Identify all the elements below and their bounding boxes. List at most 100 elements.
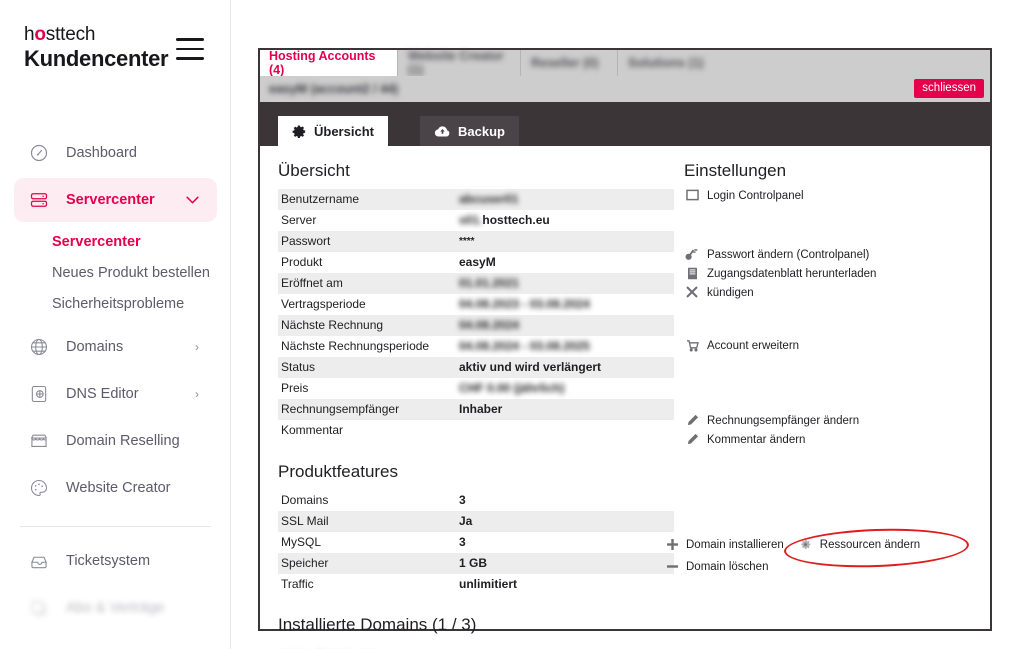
action-ressourcen-aendern[interactable]: Ressourcen ändern bbox=[783, 525, 970, 571]
status-badge: aktiv und wird verlängert bbox=[459, 360, 602, 374]
right-column: Einstellungen Login Controlpanel Passwor… bbox=[674, 160, 972, 649]
sidebar-item-servercenter[interactable]: Servercenter bbox=[14, 178, 217, 222]
sidebar-item-domains[interactable]: Domains › bbox=[14, 325, 217, 369]
action-kuendigen[interactable]: kündigen bbox=[684, 286, 972, 301]
table-row: Produkt easyM bbox=[278, 252, 674, 273]
sidebar-item-label: Website Creator bbox=[66, 480, 171, 496]
row-key: Nächste Rechnung bbox=[281, 318, 384, 332]
action-label: Domain löschen bbox=[686, 560, 769, 573]
row-value: 01.01.2021 bbox=[459, 276, 520, 290]
sidebar-item-dashboard[interactable]: Dashboard bbox=[14, 131, 217, 175]
row-value-prefix: s01. bbox=[459, 213, 483, 227]
sidebar-subitem-neues-produkt-bestellen[interactable]: Neues Produkt bestellen bbox=[0, 258, 230, 289]
row-key: Nächste Rechnungsperiode bbox=[281, 339, 430, 353]
table-row: Eröffnet am 01.01.2021 bbox=[278, 273, 674, 294]
row-value: Inhaber bbox=[459, 402, 503, 416]
tab-reseller[interactable]: Reseller (0) bbox=[522, 50, 618, 76]
action-domain-loeschen[interactable]: Domain löschen bbox=[664, 560, 768, 573]
action-label: Zugangsdatenblatt herunterladen bbox=[707, 268, 877, 280]
row-value bbox=[456, 420, 674, 441]
inner-tab-label: Backup bbox=[458, 123, 505, 139]
action-passwort-aendern[interactable]: Passwort ändern (Controlpanel) bbox=[684, 248, 972, 263]
chevron-down-icon bbox=[186, 196, 199, 204]
tab-label: Solutions (1) bbox=[628, 56, 704, 70]
tab-solutions[interactable]: Solutions (1) bbox=[619, 50, 717, 76]
row-value: s01.hosttech.eu bbox=[459, 213, 550, 227]
hamburger-line bbox=[176, 38, 204, 41]
action-rechnungsempfaenger-aendern[interactable]: Rechnungsempfänger ändern bbox=[684, 414, 972, 429]
store-icon bbox=[26, 428, 52, 454]
action-account-erweitern[interactable]: Account erweitern bbox=[684, 339, 972, 354]
sidebar-subitem-sicherheitsprobleme[interactable]: Sicherheitsprobleme bbox=[0, 289, 230, 320]
chevron-right-icon: › bbox=[195, 387, 199, 401]
row-key: Rechnungsempfänger bbox=[281, 402, 400, 416]
gauge-icon bbox=[26, 140, 52, 166]
server-icon bbox=[26, 187, 52, 213]
sidebar-item-website-creator[interactable]: Website Creator bbox=[14, 466, 217, 510]
sidebar-item-label: Domains bbox=[66, 339, 124, 355]
table-row: Traffic unlimitiert bbox=[278, 574, 674, 595]
tab-hosting-accounts[interactable]: Hosting Accounts (4) bbox=[260, 49, 398, 77]
cart-icon bbox=[684, 339, 700, 352]
hamburger-line bbox=[176, 47, 204, 50]
tab-uebersicht[interactable]: Übersicht bbox=[278, 116, 388, 146]
row-key: Kommentar bbox=[281, 423, 344, 437]
section-title-einstellungen: Einstellungen bbox=[684, 161, 787, 180]
inbox-icon bbox=[26, 548, 52, 574]
action-login-controlpanel[interactable]: Login Controlpanel bbox=[684, 189, 972, 204]
hamburger-line bbox=[176, 57, 204, 60]
table-row: Speicher 1 GB bbox=[278, 553, 674, 574]
action-zugangsdatenblatt-herunterladen[interactable]: Zugangsdatenblatt herunterladen bbox=[684, 267, 972, 282]
action-domain-installieren[interactable]: Domain installieren bbox=[664, 538, 784, 551]
sidebar-item-domain-reselling[interactable]: Domain Reselling bbox=[14, 419, 217, 463]
domain-actions-row: Domain installieren Ressourcen ändern bbox=[664, 525, 980, 571]
left-column: Übersicht Benutzername abcuser01 Server … bbox=[278, 160, 674, 649]
sidebar-subnav-servercenter: Servercenter Neues Produkt bestellen Sic… bbox=[0, 225, 230, 322]
panel-content: Übersicht Benutzername abcuser01 Server … bbox=[260, 146, 990, 634]
action-label: Domain installieren bbox=[686, 538, 784, 551]
row-value: **** bbox=[459, 236, 475, 247]
table-row: Kommentar bbox=[278, 420, 674, 441]
section-title-installierte-domains: Installierte Domains (1 / 3) bbox=[278, 615, 477, 634]
sidebar-item-label: Abo & Verträge bbox=[66, 600, 165, 616]
row-value: 1 GB bbox=[459, 556, 488, 570]
action-label: kündigen bbox=[707, 287, 754, 299]
pencil-icon bbox=[684, 414, 700, 427]
table-row: Preis CHF 0.00 (jährlich) bbox=[278, 378, 674, 399]
hamburger-menu-icon[interactable] bbox=[176, 38, 204, 60]
table-row: Passwort **** bbox=[278, 231, 674, 252]
row-value: 04.08.2024 - 03.08.2025 bbox=[459, 339, 590, 353]
brand-logo[interactable]: hosttech Kundencenter bbox=[24, 24, 169, 72]
close-button[interactable]: schliessen bbox=[914, 79, 984, 98]
document-icon bbox=[684, 267, 700, 280]
tab-website-creator[interactable]: Website Creator (1) bbox=[399, 49, 521, 77]
sidebar-item-label: Servercenter bbox=[66, 192, 155, 208]
row-value: Ja bbox=[459, 514, 473, 528]
table-row: Nächste Rechnungsperiode 04.08.2024 - 03… bbox=[278, 336, 674, 357]
row-value: easyM bbox=[459, 255, 496, 269]
table-row: Server s01.hosttech.eu bbox=[278, 210, 674, 231]
row-key: Produkt bbox=[281, 255, 323, 269]
table-row: Status aktiv und wird verlängert bbox=[278, 357, 674, 378]
window-icon bbox=[684, 189, 700, 201]
gear-icon bbox=[292, 124, 307, 139]
row-value: 04.08.2023 - 03.08.2024 bbox=[459, 297, 590, 311]
row-key: Domains bbox=[281, 493, 329, 507]
gear-small-icon bbox=[798, 538, 814, 551]
sidebar-item-dns-editor[interactable]: DNS Editor › bbox=[14, 372, 217, 416]
plus-icon bbox=[664, 538, 680, 551]
brand-name-bottom: Kundencenter bbox=[24, 46, 169, 71]
sidebar-item-partial[interactable]: Abo & Verträge bbox=[14, 586, 217, 630]
row-key: Traffic bbox=[281, 577, 314, 591]
sidebar-subitem-servercenter[interactable]: Servercenter bbox=[0, 227, 230, 258]
brand-name-top: hosttech bbox=[24, 24, 96, 45]
action-kommentar-aendern[interactable]: Kommentar ändern bbox=[684, 433, 972, 448]
sidebar-item-ticketsystem[interactable]: Ticketsystem bbox=[14, 539, 217, 583]
row-key: Preis bbox=[281, 381, 309, 395]
sidebar-nav: Dashboard Servercenter Servercenter Neue… bbox=[0, 128, 230, 633]
tab-backup[interactable]: Backup bbox=[420, 116, 519, 146]
table-row: MySQL 3 bbox=[278, 532, 674, 553]
